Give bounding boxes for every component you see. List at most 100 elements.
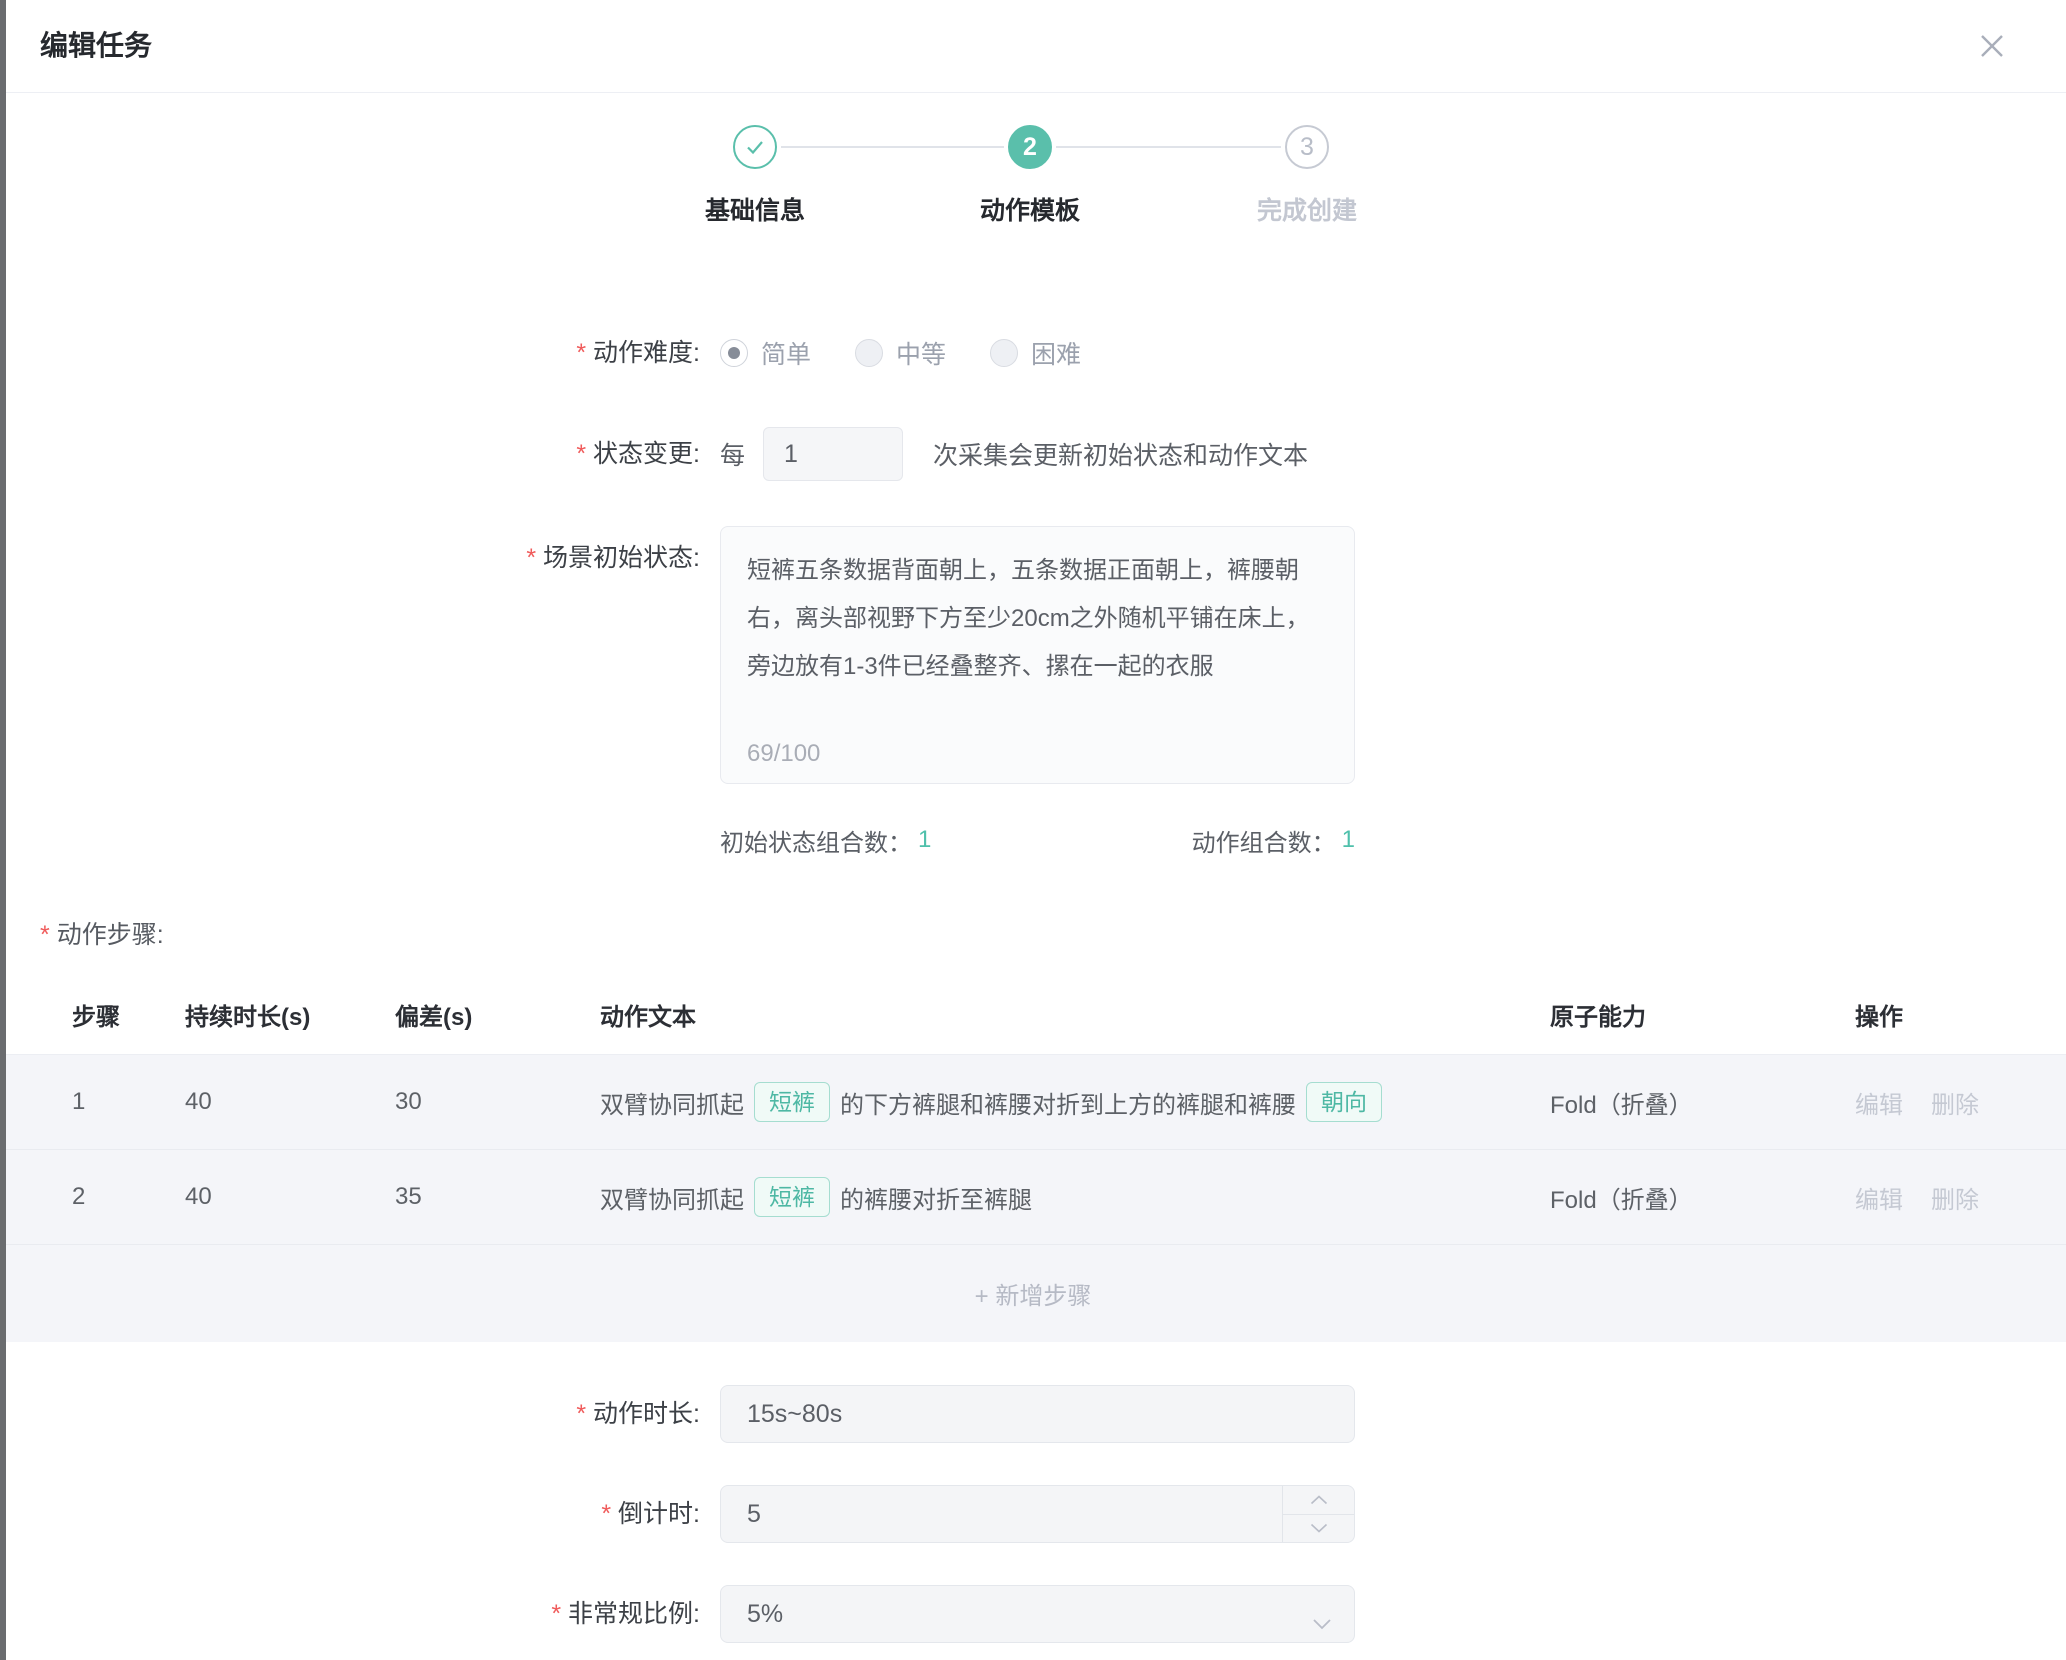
initial-combos-value: 1: [918, 826, 931, 854]
action-combos: 动作组合数： 1: [1192, 825, 1355, 855]
step-offset: 30: [395, 1088, 600, 1116]
modal-overlay-edge: [0, 0, 6, 1660]
step-2-number: 2: [1023, 133, 1037, 162]
chevron-up-icon: [1310, 1495, 1328, 1505]
required-mark: *: [526, 544, 536, 572]
decrement-button[interactable]: [1283, 1515, 1354, 1543]
step-operations: 编辑 删除: [1855, 1180, 2066, 1215]
required-mark: *: [40, 921, 50, 949]
difficulty-radio-group: 简单 中等 困难: [720, 335, 1125, 371]
stepper: 2 3 基础信息 动作模板 完成创建: [0, 125, 2066, 237]
unusual-ratio-select[interactable]: 5%: [720, 1585, 1355, 1643]
delete-button[interactable]: 删除: [1931, 1085, 1979, 1120]
orientation-tag: 朝向: [1306, 1082, 1382, 1122]
required-mark: *: [576, 339, 586, 367]
required-mark: *: [576, 440, 586, 468]
step-connector: [1056, 146, 1281, 148]
chevron-down-icon: [1312, 1608, 1332, 1637]
required-mark: *: [576, 1400, 586, 1428]
col-header-operation: 操作: [1855, 997, 2066, 1032]
action-text-segment: 双臂协同抓起: [600, 1180, 744, 1215]
action-duration-input[interactable]: 15s~80s: [720, 1385, 1355, 1443]
object-tag: 短裤: [754, 1082, 830, 1122]
col-header-action-text: 动作文本: [600, 997, 1550, 1032]
step-3-number: 3: [1300, 133, 1314, 162]
radio-label: 困难: [1031, 335, 1081, 371]
step-ability: Fold（折叠）: [1550, 1085, 1855, 1120]
close-icon[interactable]: [1974, 28, 2010, 64]
state-change-row: *状态变更: 每 1 次采集会更新初始状态和动作文本: [0, 427, 2066, 481]
step-duration: 40: [185, 1183, 395, 1211]
action-text-segment: 的下方裤腿和裤腰对折到上方的裤腿和裤腰: [840, 1085, 1296, 1120]
delete-button[interactable]: 删除: [1931, 1180, 1979, 1215]
dialog-title: 编辑任务: [0, 0, 2066, 92]
action-text-segment: 双臂协同抓起: [600, 1085, 744, 1120]
required-mark: *: [601, 1500, 611, 1528]
initial-state-text: 短裤五条数据背面朝上，五条数据正面朝上，裤腰朝右，离头部视野下方至少20cm之外…: [747, 557, 1310, 680]
step-3-label: 完成创建: [1197, 193, 1417, 229]
step-2-label: 动作模板: [920, 193, 1140, 229]
initial-state-combos: 初始状态组合数： 1: [720, 825, 931, 855]
radio-dot-icon: [990, 339, 1018, 367]
step-connector: [781, 146, 1004, 148]
table-row: 2 40 35 双臂协同抓起 短裤 的裤腰对折至裤腿 Fold（折叠） 编辑 删…: [0, 1150, 2066, 1245]
col-header-ability: 原子能力: [1550, 997, 1855, 1032]
table-row: 1 40 30 双臂协同抓起 短裤 的下方裤腿和裤腰对折到上方的裤腿和裤腰 朝向…: [0, 1055, 2066, 1150]
chevron-down-icon: [1310, 1523, 1328, 1533]
state-change-prefix: 每: [720, 436, 745, 472]
initial-combos-label: 初始状态组合数：: [720, 823, 912, 858]
state-change-suffix: 次采集会更新初始状态和动作文本: [933, 436, 1308, 472]
radio-dot-icon: [855, 339, 883, 367]
initial-state-row: *场景初始状态: 短裤五条数据背面朝上，五条数据正面朝上，裤腰朝右，离头部视野下…: [0, 526, 2066, 784]
step-offset: 35: [395, 1183, 600, 1211]
action-steps-label: *动作步骤:: [40, 917, 2066, 953]
step-number: 2: [0, 1183, 185, 1211]
increment-button[interactable]: [1283, 1486, 1354, 1515]
unusual-ratio-label: *非常规比例:: [0, 1596, 700, 1632]
edit-button[interactable]: 编辑: [1855, 1180, 1903, 1215]
step-2-indicator: 2: [1008, 125, 1052, 169]
number-stepper: [1282, 1486, 1354, 1542]
step-number: 1: [0, 1088, 185, 1116]
unusual-ratio-row: *非常规比例: 5%: [0, 1585, 2066, 1643]
step-operations: 编辑 删除: [1855, 1085, 2066, 1120]
step-duration: 40: [185, 1088, 395, 1116]
radio-option-hard[interactable]: 困难: [990, 335, 1081, 371]
dialog-header: 编辑任务: [0, 0, 2066, 93]
radio-option-simple[interactable]: 简单: [720, 335, 811, 371]
step-ability: Fold（折叠）: [1550, 1180, 1855, 1215]
edit-button[interactable]: 编辑: [1855, 1085, 1903, 1120]
state-change-control: 每 1 次采集会更新初始状态和动作文本: [720, 427, 1308, 481]
state-change-label: *状态变更:: [0, 436, 700, 472]
difficulty-label: *动作难度:: [0, 335, 700, 371]
char-counter: 69/100: [747, 739, 820, 769]
col-header-step: 步骤: [0, 997, 185, 1032]
countdown-row: *倒计时: 5: [0, 1485, 2066, 1543]
action-combos-value: 1: [1342, 826, 1355, 854]
radio-label: 中等: [896, 335, 946, 371]
col-header-duration: 持续时长(s): [185, 997, 395, 1032]
steps-table-header: 步骤 持续时长(s) 偏差(s) 动作文本 原子能力 操作: [0, 975, 2066, 1055]
step-action-text: 双臂协同抓起 短裤 的裤腰对折至裤腿: [600, 1177, 1550, 1217]
state-change-input[interactable]: 1: [763, 427, 903, 481]
radio-label: 简单: [761, 335, 811, 371]
initial-state-control: 短裤五条数据背面朝上，五条数据正面朝上，裤腰朝右，离头部视野下方至少20cm之外…: [720, 526, 1355, 784]
object-tag: 短裤: [754, 1177, 830, 1217]
bottom-form: *动作时长: 15s~80s *倒计时: 5: [0, 1385, 2066, 1643]
add-step-button[interactable]: + 新增步骤: [0, 1245, 2066, 1342]
initial-state-textarea[interactable]: 短裤五条数据背面朝上，五条数据正面朝上，裤腰朝右，离头部视野下方至少20cm之外…: [720, 526, 1355, 784]
col-header-offset: 偏差(s): [395, 997, 600, 1032]
action-combos-label: 动作组合数：: [1192, 823, 1336, 858]
radio-option-medium[interactable]: 中等: [855, 335, 946, 371]
action-text-segment: 的裤腰对折至裤腿: [840, 1180, 1032, 1215]
edit-task-dialog: 编辑任务 2 3 基础信息 动作模板 完成创建 *动作难度:: [0, 0, 2066, 1643]
countdown-value: 5: [747, 1500, 761, 1529]
required-mark: *: [551, 1600, 561, 1628]
step-3-indicator: 3: [1285, 125, 1329, 169]
step-action-text: 双臂协同抓起 短裤 的下方裤腿和裤腰对折到上方的裤腿和裤腰 朝向: [600, 1082, 1550, 1122]
countdown-label: *倒计时:: [0, 1496, 700, 1532]
action-duration-row: *动作时长: 15s~80s: [0, 1385, 2066, 1443]
step-1-indicator: [733, 125, 777, 169]
countdown-input[interactable]: 5: [720, 1485, 1355, 1543]
initial-state-label: *场景初始状态:: [0, 526, 700, 576]
